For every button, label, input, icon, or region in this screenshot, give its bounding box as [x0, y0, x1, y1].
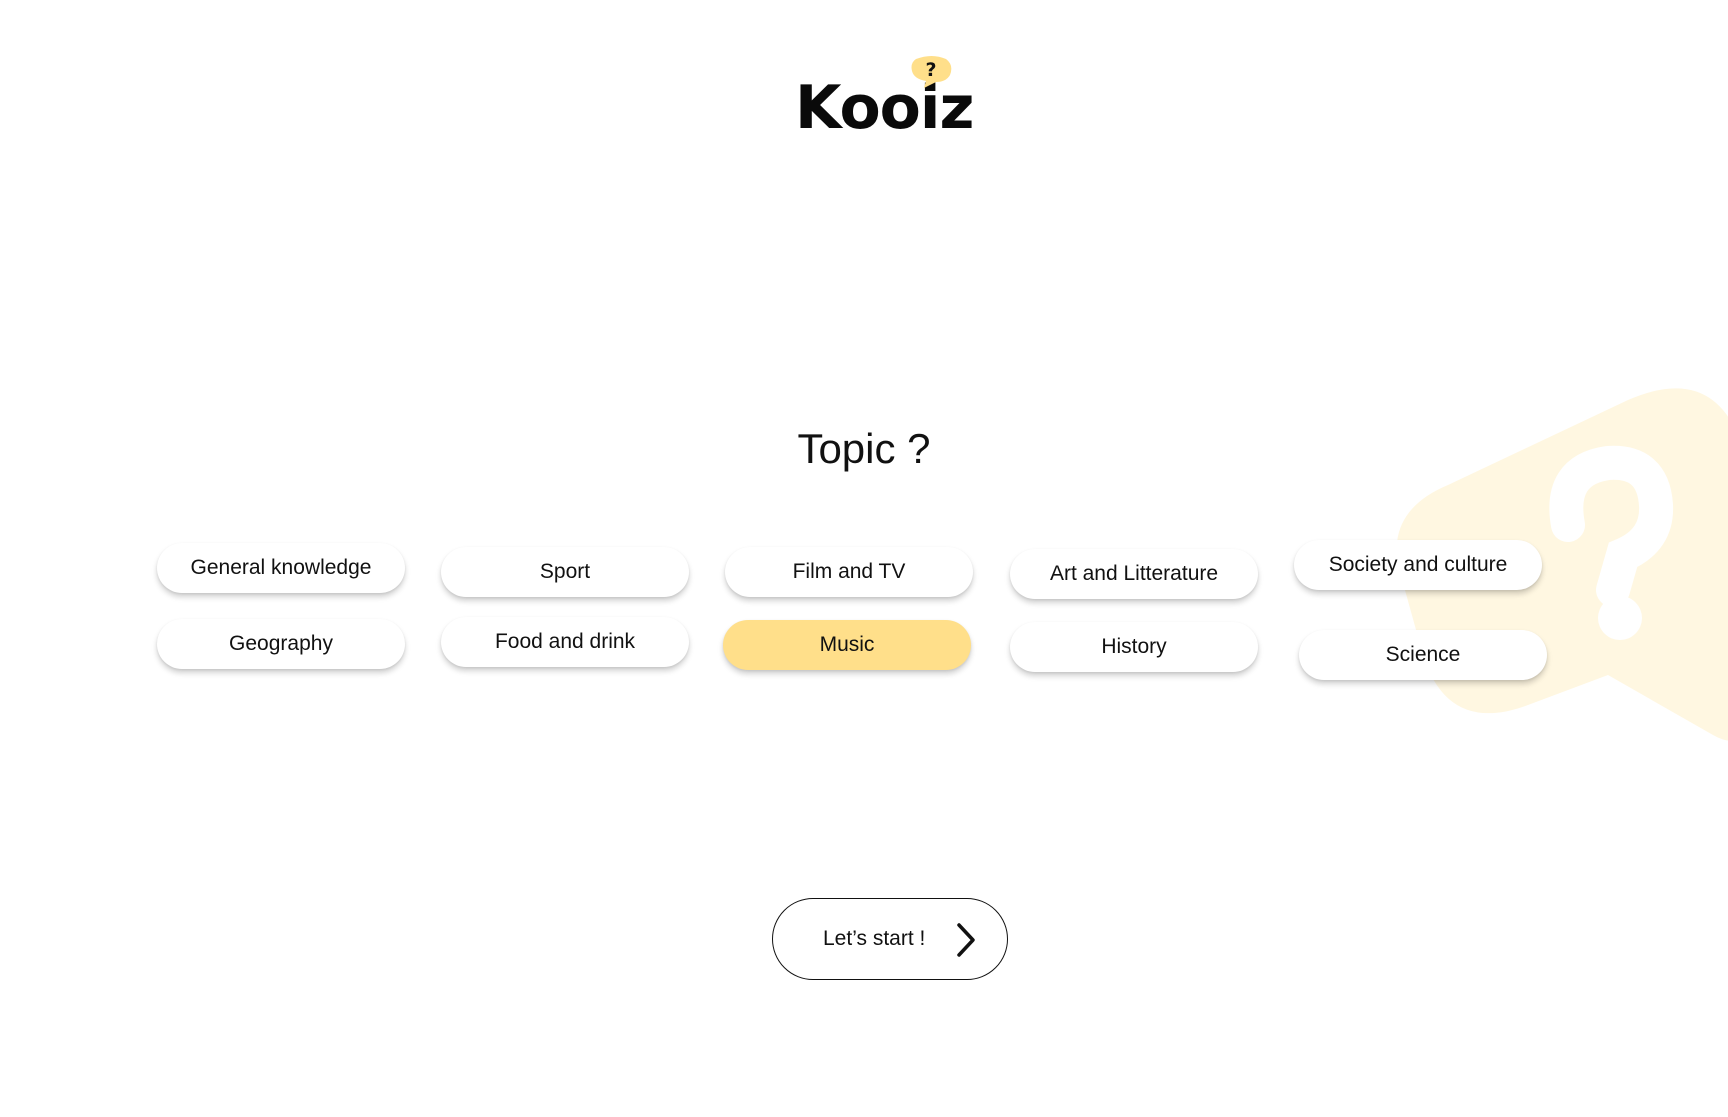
topic-label: Sport [539, 560, 591, 583]
question-bubble-icon: ? [911, 56, 952, 88]
topic-food-and-drink[interactable]: Food and drink [441, 617, 689, 667]
topic-general-knowledge[interactable]: General knowledge [157, 543, 405, 593]
topic-film-and-tv[interactable]: Film and TV [725, 547, 973, 597]
topic-label: Science [1385, 643, 1461, 666]
page-title: Topic ? [797, 425, 931, 472]
logo-bubble-glyph: ? [925, 59, 936, 81]
start-button[interactable]: Let’s start ! [772, 898, 1008, 980]
topic-society-and-culture[interactable]: Society and culture [1294, 540, 1542, 590]
topic-science[interactable]: Science [1299, 630, 1547, 680]
topic-music[interactable]: Music [723, 620, 971, 670]
topic-art-and-litterature[interactable]: Art and Litterature [1010, 549, 1258, 599]
topic-label: Geography [229, 632, 333, 655]
topic-label: Society and culture [1328, 553, 1508, 576]
topic-label: General knowledge [190, 556, 372, 579]
topic-label: Food and drink [494, 630, 636, 653]
topic-label: Film and TV [792, 560, 906, 583]
chevron-right-icon [957, 923, 975, 957]
topic-sport[interactable]: Sport [441, 547, 689, 597]
start-button-label: Let’s start ! [823, 927, 926, 950]
topic-label: History [1101, 635, 1167, 658]
topic-geography[interactable]: Geography [157, 619, 405, 669]
logo: Kooiz ? [0, 55, 1728, 145]
topic-label: Art and Litterature [1049, 562, 1219, 585]
topic-label: Music [819, 633, 875, 656]
topic-history[interactable]: History [1010, 622, 1258, 672]
